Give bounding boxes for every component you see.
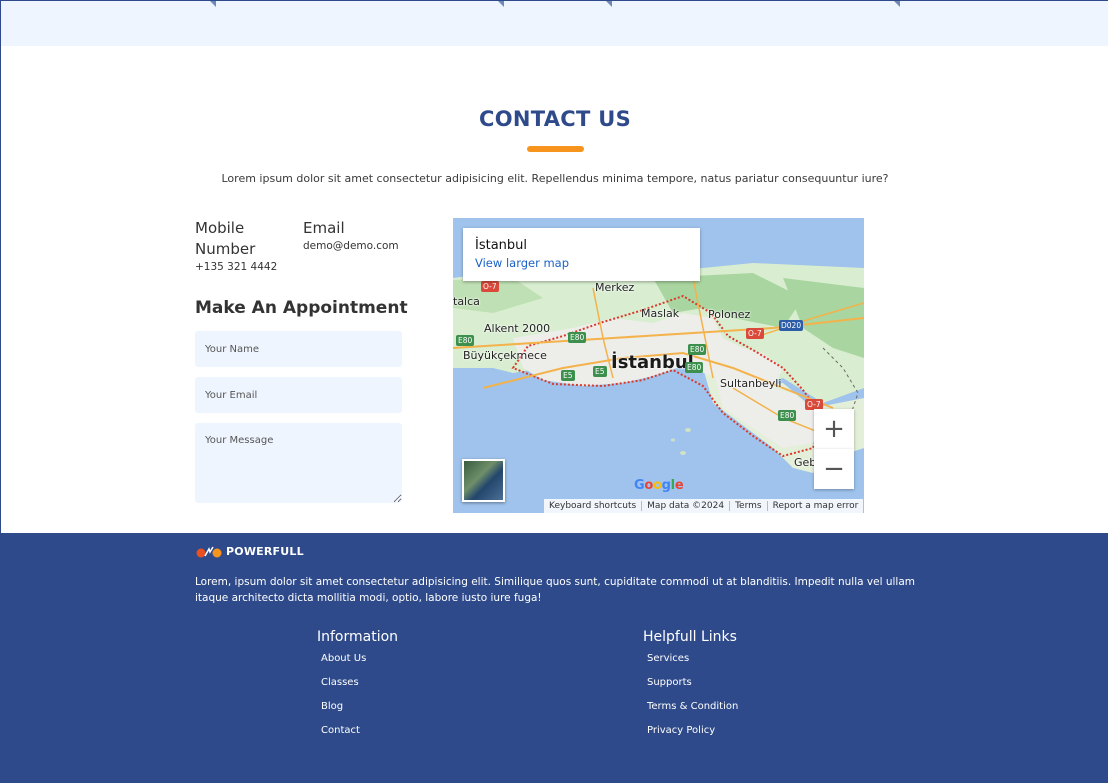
contact-title: CONTACT US: [478, 107, 631, 131]
google-logo: Google: [634, 478, 684, 493]
footer: POWERFULL Lorem, ipsum dolor sit amet co…: [0, 533, 1108, 783]
report-map-error-link[interactable]: Report a map error: [768, 501, 864, 511]
contact-intro: Lorem ipsum dolor sit amet consectetur a…: [221, 172, 889, 185]
footer-link-blog[interactable]: Blog: [321, 701, 343, 712]
road-badge-e80: E80: [456, 335, 475, 346]
footer-link-privacy[interactable]: Privacy Policy: [647, 725, 715, 736]
map-data-text: Map data ©2024: [642, 501, 731, 511]
information-title: Information: [317, 629, 399, 645]
map-label-sultanbeyli: Sultanbeyli: [720, 377, 782, 390]
footer-description: Lorem, ipsum dolor sit amet consectetur …: [195, 576, 915, 604]
name-input[interactable]: [195, 331, 402, 367]
terms-link[interactable]: Terms: [730, 501, 768, 511]
road-badge-e80: E80: [685, 362, 704, 373]
brand-name: POWERFULL: [226, 545, 304, 558]
road-badge-e80: E80: [688, 344, 707, 355]
map-label-maslak: Maslak: [641, 307, 680, 320]
band-notch: [498, 1, 504, 7]
road-badge-e5: E5: [593, 366, 607, 377]
helpful-links-title: Helpfull Links: [643, 629, 737, 645]
map-label-polonez: Polonez: [708, 308, 751, 321]
band-notch: [606, 1, 612, 7]
map-label-merkez: Merkez: [595, 281, 635, 294]
mobile-value: +135 321 4442: [195, 261, 278, 273]
mobile-label: Mobile Number: [195, 219, 256, 258]
satellite-toggle[interactable]: [462, 459, 505, 502]
road-badge-d020: D020: [779, 320, 804, 331]
zoom-in-button[interactable]: +: [814, 409, 854, 449]
footer-link-about-us[interactable]: About Us: [321, 653, 366, 664]
band-notch: [210, 1, 216, 7]
view-larger-map-link[interactable]: View larger map: [475, 256, 688, 270]
road-badge-e80: E80: [568, 332, 587, 343]
map-label-talca: talca: [453, 295, 480, 308]
footer-link-contact[interactable]: Contact: [321, 725, 360, 736]
email-label: Email: [303, 219, 345, 237]
road-badge-o7: O-7: [746, 328, 764, 339]
brand-logo-icon: [196, 546, 222, 557]
map-place-card: İstanbul View larger map: [463, 228, 700, 281]
email-value: demo@demo.com: [303, 240, 399, 252]
message-input[interactable]: [195, 423, 402, 503]
map-label-alkent: Alkent 2000: [484, 322, 551, 335]
band-notch: [894, 1, 900, 7]
map-label-gebze: Geb: [794, 456, 817, 469]
keyboard-shortcuts-link[interactable]: Keyboard shortcuts: [544, 501, 643, 511]
footer-brand[interactable]: POWERFULL: [195, 545, 304, 558]
map-place-name: İstanbul: [475, 238, 528, 253]
road-badge-e80: E80: [778, 410, 797, 421]
previous-section-band: [0, 0, 1108, 46]
footer-link-services[interactable]: Services: [647, 653, 689, 664]
map-embed[interactable]: Merkez Maslak Polonez Alkent 2000 Büyükç…: [453, 218, 864, 513]
map-label-city: İstanbul: [611, 352, 694, 373]
road-badge-o7: O-7: [481, 281, 499, 292]
road-badge-e5: E5: [561, 370, 575, 381]
title-underline: [527, 146, 584, 152]
map-attribution-bar: Keyboard shortcuts Map data ©2024 Terms …: [544, 499, 864, 513]
footer-link-terms[interactable]: Terms & Condition: [647, 701, 738, 712]
page-frame-edge: [0, 0, 1, 533]
map-label-buyukcekmece: Büyükçekmece: [463, 349, 547, 362]
zoom-out-button[interactable]: −: [814, 449, 854, 489]
email-input[interactable]: [195, 377, 402, 413]
footer-link-supports[interactable]: Supports: [647, 677, 692, 688]
footer-link-classes[interactable]: Classes: [321, 677, 359, 688]
appointment-title: Make An Appointment: [195, 298, 408, 318]
